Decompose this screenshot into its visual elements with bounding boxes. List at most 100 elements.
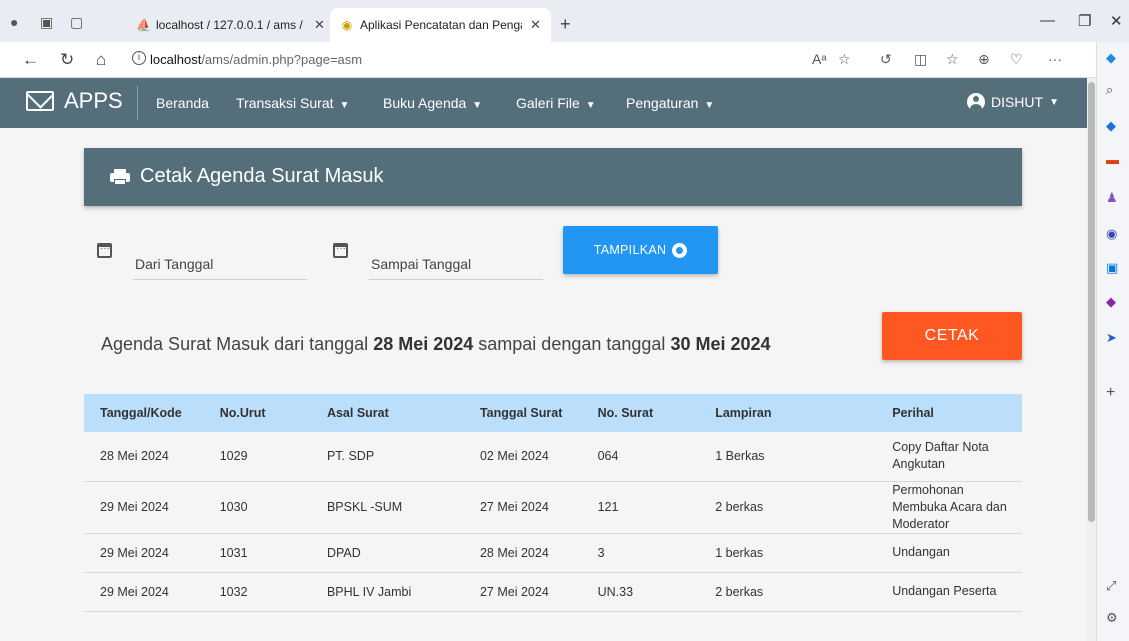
report-prefix: Agenda Surat Masuk dari tanggal (101, 334, 369, 354)
report-title: Agenda Surat Masuk dari tanggal 28 Mei 2… (101, 334, 771, 355)
browser-sidebar: ◆ ⌕ ◆ ▬ ♟ ◉ ▣ ◆ ➤ + ⤢ ⚙ (1096, 42, 1129, 641)
restore-icon[interactable]: ❐ (1078, 12, 1091, 30)
workspaces-icon[interactable]: ▣ (40, 14, 53, 31)
column-header: No.Urut (219, 406, 266, 420)
from-date-label: Dari Tanggal (135, 256, 214, 272)
tab-actions-icon[interactable]: ▢ (70, 14, 83, 31)
back-icon[interactable]: ← (22, 50, 39, 70)
cell-number: 1031 (203, 533, 311, 573)
cell-letter-no: 064 (581, 432, 700, 482)
cell-letter-no: 3 (581, 533, 700, 573)
tab-title: Aplikasi Pencatatan dan Pengarsi (360, 18, 522, 32)
caret-down-icon: ▼ (339, 100, 350, 111)
tools-icon[interactable]: ▬ (1106, 152, 1119, 167)
new-tab-icon[interactable]: + (560, 14, 571, 35)
cell-attachment: 1 berkas (699, 533, 877, 573)
minimize-icon[interactable]: — (1040, 12, 1055, 29)
nav-item-beranda[interactable]: Beranda (156, 95, 209, 111)
send-icon[interactable]: ➤ (1106, 330, 1117, 346)
cell-date-code: 29 Mei 2024 (84, 533, 204, 573)
cell-letter-no: 121 (581, 481, 700, 534)
cell-letter-no: UN.33 (581, 572, 700, 612)
cell-origin: PT. SDP (310, 432, 464, 482)
page-scrollbar[interactable] (1087, 78, 1096, 641)
user-menu[interactable]: DISHUT ▼ (966, 93, 1059, 111)
cell-letter-date: 28 Mei 2024 (463, 533, 582, 573)
to-date-label: Sampai Tanggal (371, 256, 472, 272)
print-button-label: CETAK (924, 327, 980, 344)
search-icon[interactable]: ⌕ (1106, 82, 1113, 98)
cell-subject: Copy Daftar Nota Angkutan (876, 432, 1022, 482)
nav-item-galeri-file[interactable]: Galeri File ▼ (516, 95, 596, 111)
tag-icon[interactable]: ◆ (1106, 118, 1116, 134)
games-icon[interactable]: ◆ (1106, 294, 1116, 310)
collections-icon[interactable]: ⊕ (978, 51, 990, 68)
show-button-label: TAMPILKAN (593, 243, 667, 257)
cell-subject: Permohonan Membuka Acara dan Moderator (876, 481, 1022, 534)
cell-date-code: 29 Mei 2024 (84, 572, 204, 612)
divider (137, 86, 138, 120)
browser-tabstrip: ● ▣ ▢ ⛵ localhost / 127.0.0.1 / ams / tb… (0, 0, 1129, 42)
calendar-icon (97, 243, 112, 258)
cell-letter-date: 02 Mei 2024 (463, 432, 582, 482)
hide-sidebar-icon[interactable]: ⤢ (1106, 578, 1116, 594)
nav-label: Transaksi Surat (236, 95, 334, 111)
tab-phpmyadmin[interactable]: ⛵ localhost / 127.0.0.1 / ams / tbl_s ✕ (126, 8, 335, 42)
cell-number: 1029 (203, 432, 311, 482)
settings-gear-icon[interactable]: ⚙ (1106, 610, 1118, 626)
add-sidebar-icon[interactable]: + (1106, 384, 1115, 402)
favorites-icon[interactable]: ☆ (946, 51, 959, 68)
favorite-star-icon[interactable]: ☆ (838, 51, 851, 68)
home-icon[interactable]: ⌂ (96, 50, 106, 70)
cell-subject: Undangan Peserta (876, 572, 1022, 612)
more-icon[interactable]: ··· (1048, 51, 1062, 67)
caret-down-icon: ▼ (1049, 96, 1059, 108)
close-icon[interactable]: ✕ (530, 17, 541, 33)
user-name: DISHUT (990, 94, 1044, 110)
cell-origin: DPAD (310, 533, 464, 573)
brand[interactable]: APPS (26, 88, 123, 114)
show-button[interactable]: TAMPILKAN (563, 226, 718, 274)
print-button[interactable]: CETAK (882, 312, 1022, 360)
read-aloud-icon[interactable]: Aᵃ (812, 51, 827, 67)
extensions-icon[interactable]: ↺ (880, 51, 892, 68)
nav-item-buku-agenda[interactable]: Buku Agenda ▼ (383, 95, 482, 111)
report-from-date: 28 Mei 2024 (373, 334, 474, 354)
column-header: Asal Surat (326, 406, 389, 420)
nav-item-pengaturan[interactable]: Pengaturan ▼ (626, 95, 714, 111)
agenda-table: Tanggal/Kode No.Urut Asal Surat Tanggal … (84, 394, 1022, 612)
nav-label: Galeri File (516, 95, 580, 111)
outlook-icon[interactable]: ▣ (1106, 260, 1118, 276)
cell-date-code: 28 Mei 2024 (84, 432, 204, 482)
cell-attachment: 2 berkas (699, 481, 877, 534)
tab-title: localhost / 127.0.0.1 / ams / tbl_s (156, 18, 306, 32)
browser-essentials-icon[interactable]: ♡ (1010, 51, 1023, 68)
tab-aplikasi[interactable]: ◉ Aplikasi Pencatatan dan Pengarsi ✕ (330, 8, 551, 42)
panel-header: Cetak Agenda Surat Masuk (84, 148, 1022, 206)
info-icon[interactable]: i (132, 51, 146, 65)
caret-down-icon: ▼ (472, 100, 483, 111)
nav-label: Buku Agenda (383, 95, 467, 111)
office-icon[interactable]: ◉ (1106, 226, 1117, 242)
print-icon (110, 169, 130, 185)
refresh-icon[interactable]: ↻ (60, 50, 74, 70)
column-header: No. Surat (597, 406, 654, 420)
split-screen-icon[interactable]: ◫ (914, 51, 927, 68)
cell-origin: BPHL IV Jambi (310, 572, 464, 612)
from-date-underline (133, 279, 307, 280)
url-host: localhost (150, 52, 202, 67)
brand-label: APPS (64, 88, 123, 113)
scrollbar-thumb[interactable] (1088, 82, 1095, 522)
caret-down-icon: ▼ (585, 100, 596, 111)
caret-down-icon: ▼ (704, 100, 715, 111)
close-icon[interactable]: ✕ (314, 17, 325, 33)
close-window-icon[interactable]: ✕ (1110, 12, 1123, 30)
people-icon[interactable]: ♟ (1106, 190, 1118, 206)
nav-item-transaksi-surat[interactable]: Transaksi Surat ▼ (236, 95, 349, 111)
cell-attachment: 2 berkas (699, 572, 877, 612)
profile-icon[interactable]: ● (10, 14, 18, 30)
app-navbar: APPS Beranda Transaksi Surat ▼ Buku Agend… (0, 78, 1087, 128)
copilot-icon[interactable]: ◆ (1106, 50, 1116, 66)
page-title: Cetak Agenda Surat Masuk (140, 165, 384, 187)
url-field[interactable]: localhost/ams/admin.php?page=asm (150, 52, 362, 67)
